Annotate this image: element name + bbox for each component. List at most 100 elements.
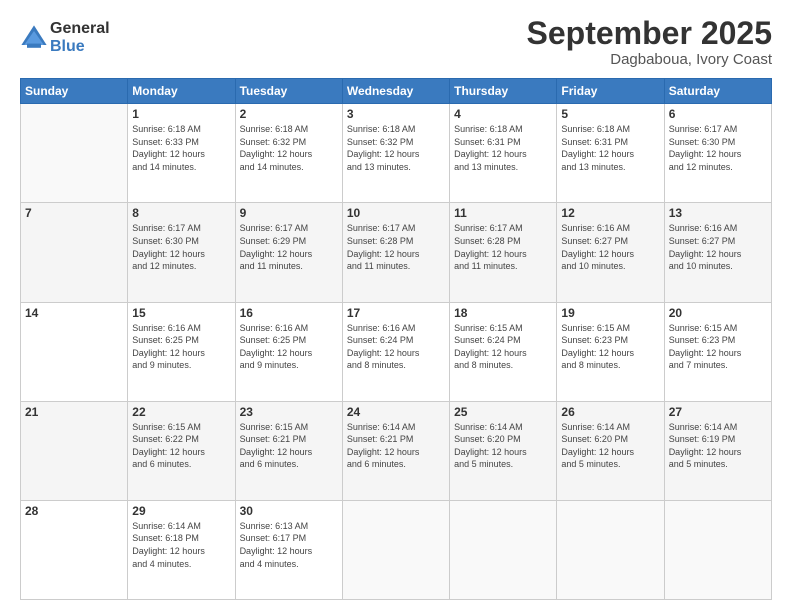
day-info: Sunrise: 6:18 AM Sunset: 6:33 PM Dayligh… <box>132 123 230 173</box>
table-cell: 9Sunrise: 6:17 AM Sunset: 6:29 PM Daylig… <box>235 203 342 302</box>
col-monday: Monday <box>128 79 235 104</box>
col-wednesday: Wednesday <box>342 79 449 104</box>
day-number: 28 <box>25 504 123 518</box>
day-number: 12 <box>561 206 659 220</box>
col-friday: Friday <box>557 79 664 104</box>
day-number: 3 <box>347 107 445 121</box>
day-number: 21 <box>25 405 123 419</box>
table-cell: 2Sunrise: 6:18 AM Sunset: 6:32 PM Daylig… <box>235 104 342 203</box>
table-cell: 1 Sunrise: 6:18 AM Sunset: 6:33 PM Daylig… <box>128 104 235 203</box>
table-cell: 8 Sunrise: 6:17 AM Sunset: 6:30 PM Daylig… <box>128 203 235 302</box>
day-info: Sunrise: 6:16 AM Sunset: 6:27 PM Dayligh… <box>561 222 659 272</box>
day-info: Sunrise: 6:17 AM Sunset: 6:30 PM Dayligh… <box>132 222 230 272</box>
table-cell: 21 <box>21 401 128 500</box>
day-number: 17 <box>347 306 445 320</box>
day-number: 26 <box>561 405 659 419</box>
day-number: 18 <box>454 306 552 320</box>
table-cell: 17Sunrise: 6:16 AM Sunset: 6:24 PM Dayli… <box>342 302 449 401</box>
table-cell: 23Sunrise: 6:15 AM Sunset: 6:21 PM Dayli… <box>235 401 342 500</box>
location: Dagbaboua, Ivory Coast <box>527 51 772 68</box>
calendar-table: Sunday Monday Tuesday Wednesday Thursday… <box>20 78 772 600</box>
logo-icon <box>20 24 48 52</box>
day-info: Sunrise: 6:15 AM Sunset: 6:22 PM Dayligh… <box>132 421 230 471</box>
table-cell: 19Sunrise: 6:15 AM Sunset: 6:23 PM Dayli… <box>557 302 664 401</box>
calendar-row: 14 15 Sunrise: 6:16 AM Sunset: 6:25 PM Day… <box>21 302 772 401</box>
calendar-row: 28 29Sunrise: 6:14 AM Sunset: 6:18 PM Day… <box>21 500 772 599</box>
day-number: 25 <box>454 405 552 419</box>
day-number: 22 <box>132 405 230 419</box>
table-cell: 24 Sunrise: 6:14 AM Sunset: 6:21 PM Dayli… <box>342 401 449 500</box>
month-title: September 2025 <box>527 16 772 51</box>
table-cell: 28 <box>21 500 128 599</box>
table-cell: 30 Sunrise: 6:13 AM Sunset: 6:17 PM Dayli… <box>235 500 342 599</box>
table-cell: 26 Sunrise: 6:14 AM Sunset: 6:20 PM Dayli… <box>557 401 664 500</box>
day-info: Sunrise: 6:17 AM Sunset: 6:30 PM Dayligh… <box>669 123 767 173</box>
day-number: 10 <box>347 206 445 220</box>
day-info: Sunrise: 6:18 AM Sunset: 6:31 PM Dayligh… <box>561 123 659 173</box>
day-number: 13 <box>669 206 767 220</box>
col-thursday: Thursday <box>450 79 557 104</box>
table-cell <box>664 500 771 599</box>
table-cell <box>342 500 449 599</box>
day-number: 23 <box>240 405 338 419</box>
day-number: 2 <box>240 107 338 121</box>
table-cell <box>450 500 557 599</box>
day-info: Sunrise: 6:17 AM Sunset: 6:28 PM Dayligh… <box>347 222 445 272</box>
day-number: 11 <box>454 206 552 220</box>
day-info: Sunrise: 6:16 AM Sunset: 6:25 PM Dayligh… <box>240 322 338 372</box>
table-cell: 11 Sunrise: 6:17 AM Sunset: 6:28 PM Dayli… <box>450 203 557 302</box>
table-cell: 6Sunrise: 6:17 AM Sunset: 6:30 PM Daylig… <box>664 104 771 203</box>
table-cell <box>557 500 664 599</box>
table-cell: 18 Sunrise: 6:15 AM Sunset: 6:24 PM Dayli… <box>450 302 557 401</box>
day-info: Sunrise: 6:14 AM Sunset: 6:20 PM Dayligh… <box>454 421 552 471</box>
header: General Blue September 2025 Dagbaboua, I… <box>20 16 772 68</box>
day-info: Sunrise: 6:13 AM Sunset: 6:17 PM Dayligh… <box>240 520 338 570</box>
table-cell: 12 Sunrise: 6:16 AM Sunset: 6:27 PM Dayli… <box>557 203 664 302</box>
calendar-row: 78 Sunrise: 6:17 AM Sunset: 6:30 PM Dayli… <box>21 203 772 302</box>
day-info: Sunrise: 6:15 AM Sunset: 6:24 PM Dayligh… <box>454 322 552 372</box>
col-tuesday: Tuesday <box>235 79 342 104</box>
table-cell: 7 <box>21 203 128 302</box>
day-info: Sunrise: 6:16 AM Sunset: 6:25 PM Dayligh… <box>132 322 230 372</box>
table-cell: 22 Sunrise: 6:15 AM Sunset: 6:22 PM Dayli… <box>128 401 235 500</box>
table-cell: 25 Sunrise: 6:14 AM Sunset: 6:20 PM Dayli… <box>450 401 557 500</box>
day-number: 1 <box>132 107 230 121</box>
table-cell: 15 Sunrise: 6:16 AM Sunset: 6:25 PM Dayli… <box>128 302 235 401</box>
day-number: 15 <box>132 306 230 320</box>
day-info: Sunrise: 6:14 AM Sunset: 6:20 PM Dayligh… <box>561 421 659 471</box>
table-cell: 16 Sunrise: 6:16 AM Sunset: 6:25 PM Dayli… <box>235 302 342 401</box>
table-cell: 20Sunrise: 6:15 AM Sunset: 6:23 PM Dayli… <box>664 302 771 401</box>
day-number: 29 <box>132 504 230 518</box>
day-number: 30 <box>240 504 338 518</box>
table-cell: 27Sunrise: 6:14 AM Sunset: 6:19 PM Dayli… <box>664 401 771 500</box>
table-cell: 5Sunrise: 6:18 AM Sunset: 6:31 PM Daylig… <box>557 104 664 203</box>
table-cell: 14 <box>21 302 128 401</box>
table-cell: 3 Sunrise: 6:18 AM Sunset: 6:32 PM Daylig… <box>342 104 449 203</box>
day-number: 4 <box>454 107 552 121</box>
day-info: Sunrise: 6:14 AM Sunset: 6:21 PM Dayligh… <box>347 421 445 471</box>
day-info: Sunrise: 6:15 AM Sunset: 6:23 PM Dayligh… <box>561 322 659 372</box>
table-cell: 29Sunrise: 6:14 AM Sunset: 6:18 PM Dayli… <box>128 500 235 599</box>
day-number: 7 <box>25 206 123 220</box>
calendar-row: 21 22 Sunrise: 6:15 AM Sunset: 6:22 PM Day… <box>21 401 772 500</box>
day-info: Sunrise: 6:15 AM Sunset: 6:23 PM Dayligh… <box>669 322 767 372</box>
day-number: 8 <box>132 206 230 220</box>
day-number: 27 <box>669 405 767 419</box>
logo-general: General <box>50 20 110 38</box>
day-info: Sunrise: 6:18 AM Sunset: 6:31 PM Dayligh… <box>454 123 552 173</box>
col-saturday: Saturday <box>664 79 771 104</box>
calendar-header-row: Sunday Monday Tuesday Wednesday Thursday… <box>21 79 772 104</box>
title-block: September 2025 Dagbaboua, Ivory Coast <box>527 16 772 68</box>
day-info: Sunrise: 6:17 AM Sunset: 6:28 PM Dayligh… <box>454 222 552 272</box>
table-cell: 13 Sunrise: 6:16 AM Sunset: 6:27 PM Dayli… <box>664 203 771 302</box>
day-info: Sunrise: 6:17 AM Sunset: 6:29 PM Dayligh… <box>240 222 338 272</box>
day-number: 16 <box>240 306 338 320</box>
table-cell: 10 Sunrise: 6:17 AM Sunset: 6:28 PM Dayli… <box>342 203 449 302</box>
table-cell <box>21 104 128 203</box>
logo: General Blue <box>20 20 110 55</box>
day-number: 24 <box>347 405 445 419</box>
col-sunday: Sunday <box>21 79 128 104</box>
day-info: Sunrise: 6:16 AM Sunset: 6:27 PM Dayligh… <box>669 222 767 272</box>
day-info: Sunrise: 6:18 AM Sunset: 6:32 PM Dayligh… <box>347 123 445 173</box>
logo-text: General Blue <box>50 20 110 55</box>
